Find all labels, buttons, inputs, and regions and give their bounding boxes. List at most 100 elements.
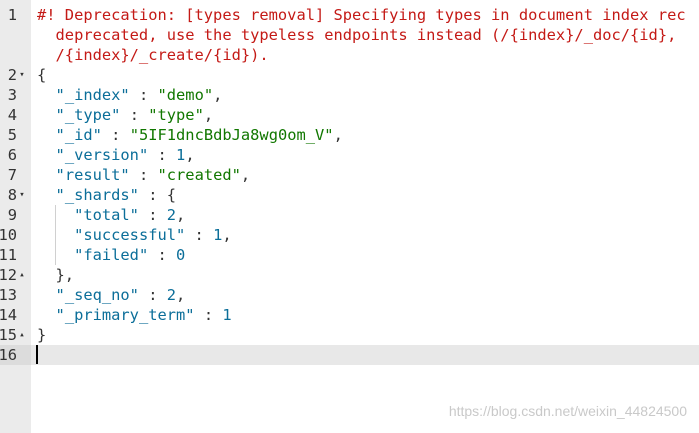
line-number: 15 (0, 326, 17, 344)
json-key: "result" (55, 166, 130, 184)
json-punctuation: : (148, 146, 177, 164)
code-text: "_seq_no" : 2, (37, 285, 186, 305)
json-punctuation (37, 186, 56, 204)
code-line[interactable]: 4 "_type" : "type", (0, 105, 699, 125)
line-number-cell: 7 (0, 165, 31, 185)
json-key: "total" (74, 206, 139, 224)
json-number-value: 2 (166, 206, 177, 224)
line-number: 3 (7, 86, 17, 104)
json-punctuation: : (138, 286, 167, 304)
json-punctuation: : (138, 206, 167, 224)
line-number: 1 (7, 6, 17, 24)
json-punctuation: : (101, 126, 130, 144)
code-text: "failed" : 0 (37, 245, 185, 265)
code-text: } (37, 325, 46, 345)
code-line[interactable]: 15 ▴} (0, 325, 699, 345)
code-line[interactable]: 12 ▴ }, (0, 265, 699, 285)
json-punctuation (37, 106, 56, 124)
code-text: }, (37, 265, 75, 285)
line-number-cell: 16 (0, 345, 31, 365)
json-punctuation: : (129, 86, 158, 104)
line-number-cell: 8 ▾ (0, 185, 31, 205)
json-number-value: 0 (176, 246, 186, 264)
code-line[interactable]: 9 "total" : 2, (0, 205, 699, 225)
code-line[interactable]: 6 "_version" : 1, (0, 145, 699, 165)
fold-arrow-up-icon[interactable]: ▴ (17, 265, 27, 285)
line-number-cell: 2 ▾ (0, 65, 31, 85)
text-cursor (36, 345, 38, 364)
code-line[interactable]: /{index}/_create/{id}). (0, 45, 699, 65)
line-number-cell: 4 (0, 105, 31, 125)
code-text: "result" : "created", (37, 165, 251, 185)
code-line[interactable]: 2 ▾ { (0, 65, 699, 85)
line-number: 4 (7, 106, 17, 124)
watermark: https://blog.csdn.net/weixin_44824500 (448, 403, 687, 419)
line-number: 5 (7, 126, 17, 144)
line-number: 16 (0, 346, 17, 364)
code-text: { (37, 65, 46, 85)
json-punctuation (37, 146, 56, 164)
deprecation-warning: deprecated, use the typeless endpoints i… (37, 26, 677, 44)
fold-arrow-down-icon[interactable]: ▾ (17, 65, 27, 85)
code-text: /{index}/_create/{id}). (37, 45, 269, 65)
code-line[interactable]: 3 "_index" : "demo", (0, 85, 699, 105)
deprecation-warning: /{index}/_create/{id}). (37, 46, 269, 64)
code-line[interactable]: 7 "result" : "created", (0, 165, 699, 185)
code-text: "_primary_term" : 1 (37, 305, 232, 325)
json-punctuation: : (185, 226, 214, 244)
code-text: "total" : 2, (37, 205, 185, 225)
code-line[interactable]: 1 #! Deprecation: [types removal] Specify… (0, 5, 699, 25)
code-line[interactable]: 10 "successful" : 1, (0, 225, 699, 245)
json-punctuation: : (148, 246, 177, 264)
code-text: "_index" : "demo", (37, 85, 223, 105)
line-number-cell: 14 (0, 305, 31, 325)
json-punctuation: : (120, 106, 149, 124)
json-number-value: 1 (213, 226, 223, 244)
fold-arrow-up-icon[interactable]: ▴ (17, 325, 27, 345)
json-punctuation (37, 86, 56, 104)
json-punctuation: : { (138, 186, 177, 204)
json-key: "_version" (55, 146, 149, 164)
code-line[interactable]: 8 ▾ "_shards" : { (0, 185, 699, 205)
code-line[interactable]: 11 "failed" : 0 (0, 245, 699, 265)
code-line[interactable]: deprecated, use the typeless endpoints i… (0, 25, 699, 45)
fold-arrow-down-icon[interactable]: ▾ (17, 185, 27, 205)
json-punctuation (37, 306, 56, 324)
line-number: 8 (7, 186, 17, 204)
line-number: 11 (0, 246, 17, 264)
line-number-cell: 3 (0, 85, 31, 105)
json-key: "_shards" (55, 186, 139, 204)
json-punctuation: , (213, 86, 223, 104)
code-line[interactable]: 14 "_primary_term" : 1 (0, 305, 699, 325)
line-number-cell: 6 (0, 145, 31, 165)
line-number: 10 (0, 226, 17, 244)
code-line[interactable]: 13 "_seq_no" : 2, (0, 285, 699, 305)
json-key: "_index" (55, 86, 130, 104)
code-line[interactable]: 16 (0, 345, 699, 365)
code-text: #! Deprecation: [types removal] Specifyi… (37, 5, 686, 25)
code-line[interactable]: 5 "_id" : "5IF1dncBdbJa8wg0om_V", (0, 125, 699, 145)
json-punctuation: , (176, 286, 186, 304)
json-string-value: "type" (148, 106, 204, 124)
json-string-value: "5IF1dncBdbJa8wg0om_V" (129, 126, 334, 144)
response-output-editor[interactable]: 1 #! Deprecation: [types removal] Specify… (0, 0, 699, 433)
line-number-cell: 11 (0, 245, 31, 265)
json-punctuation: , (185, 146, 195, 164)
line-number-cell: 12 ▴ (0, 265, 31, 285)
code-text: "_id" : "5IF1dncBdbJa8wg0om_V", (37, 125, 343, 145)
json-punctuation: }, (37, 266, 75, 284)
json-punctuation: , (203, 106, 214, 124)
line-number-cell: 9 (0, 205, 31, 225)
json-punctuation: , (222, 226, 232, 244)
json-punctuation: , (333, 126, 343, 144)
line-number: 13 (0, 286, 17, 304)
line-number-cell (0, 25, 31, 45)
line-number-cell: 10 (0, 225, 31, 245)
json-punctuation: } (37, 326, 47, 344)
json-number-value: 1 (222, 306, 232, 324)
json-punctuation: : (194, 306, 223, 324)
json-punctuation (37, 166, 56, 184)
json-punctuation: { (37, 66, 47, 84)
line-number-cell: 5 (0, 125, 31, 145)
json-string-value: "created" (157, 166, 241, 184)
